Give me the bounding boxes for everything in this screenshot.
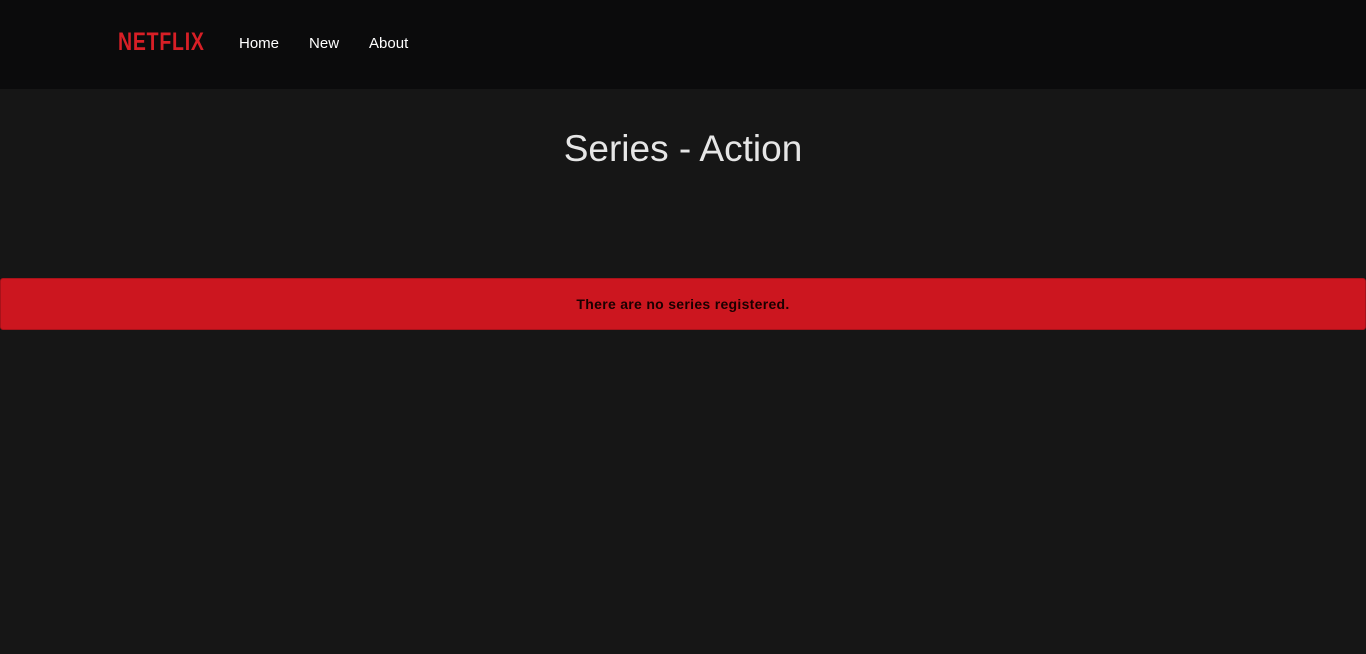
nav-link-about[interactable]: About <box>369 35 408 53</box>
page-title: Series - Action <box>563 128 803 169</box>
nav-link-home[interactable]: Home <box>239 35 279 53</box>
navbar: NETFLIX Home New About <box>0 0 1366 89</box>
alert-message: There are no series registered. <box>576 296 790 312</box>
nav-links: Home New About <box>239 35 408 53</box>
empty-state-alert: There are no series registered. <box>0 278 1366 330</box>
nav-link-new[interactable]: New <box>309 35 339 53</box>
netflix-logo[interactable]: NETFLIX <box>118 28 229 56</box>
logo-text: NETFLIX <box>118 28 205 56</box>
